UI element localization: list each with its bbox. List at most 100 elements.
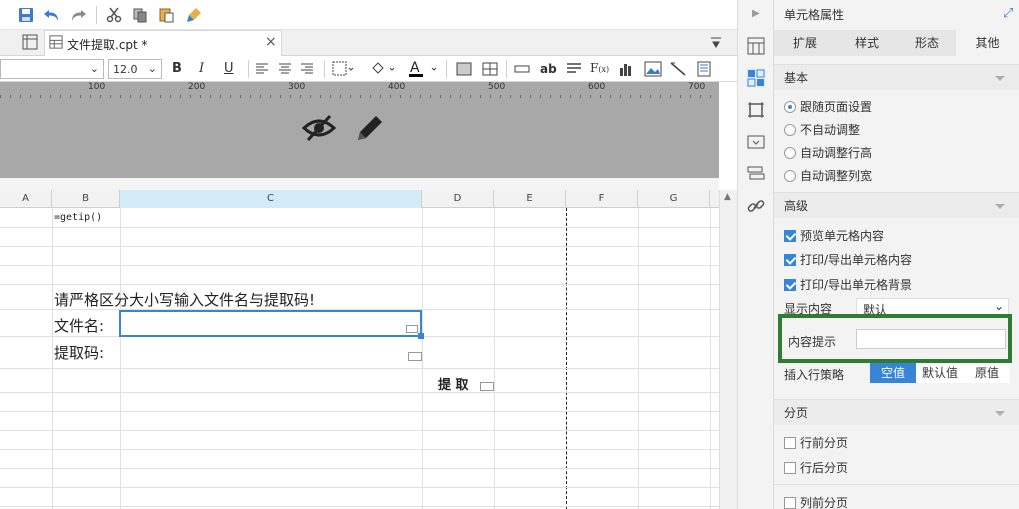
file-tab[interactable]: 文件提取.cpt * × bbox=[44, 30, 282, 56]
condition-icon[interactable] bbox=[746, 164, 766, 184]
insert-null-option[interactable]: 空值 bbox=[870, 363, 916, 383]
check-print-background[interactable]: 打印/导出单元格背景 bbox=[784, 276, 912, 293]
paragraph-icon[interactable] bbox=[566, 62, 582, 79]
option-label: 自动调整行高 bbox=[800, 146, 873, 160]
checkbox-icon bbox=[784, 436, 796, 449]
bold-icon[interactable]: B bbox=[172, 61, 182, 76]
align-center-icon[interactable] bbox=[278, 62, 292, 79]
tooltip-label: 内容提示 bbox=[788, 335, 837, 349]
option-adjust-row-height[interactable]: 自动调整行高 bbox=[784, 144, 872, 161]
formula-icon[interactable]: F(x) bbox=[590, 61, 609, 75]
hidden-eye-icon[interactable] bbox=[301, 112, 337, 147]
cell-attribute-icon[interactable] bbox=[746, 68, 766, 88]
column-header-c[interactable]: C bbox=[120, 190, 422, 208]
widget-icon[interactable] bbox=[746, 132, 766, 152]
column-header-f[interactable]: F bbox=[566, 190, 638, 208]
sheet-top-strip bbox=[0, 178, 719, 190]
spreadsheet-grid[interactable]: =getip() 请严格区分大小写输入文件名与提取码! 文件名: 提取码: 提 … bbox=[0, 208, 719, 509]
option-adjust-col-width[interactable]: 自动调整列宽 bbox=[784, 167, 872, 184]
check-page-after-row[interactable]: 行后分页 bbox=[784, 459, 848, 476]
panel-tabs: 扩展 样式 形态 其他 bbox=[774, 30, 1019, 56]
italic-icon[interactable]: I bbox=[199, 61, 204, 76]
format-painter-icon[interactable] bbox=[184, 5, 204, 25]
section-advanced[interactable]: 高级 bbox=[774, 192, 1019, 218]
option-label: 行后分页 bbox=[800, 461, 849, 475]
option-no-adjust[interactable]: 不自动调整 bbox=[784, 121, 860, 138]
undo-icon[interactable] bbox=[42, 5, 62, 25]
extract-button[interactable]: 提 取 bbox=[438, 374, 469, 393]
filename-input[interactable] bbox=[119, 310, 424, 339]
column-header-e[interactable]: E bbox=[494, 190, 566, 208]
paste-icon[interactable] bbox=[156, 5, 176, 25]
option-follow-page[interactable]: 跟随页面设置 bbox=[784, 98, 872, 115]
column-header-b[interactable]: B bbox=[52, 190, 120, 208]
text-style-icon[interactable]: ab bbox=[540, 62, 557, 76]
document-tab-bar: 文件提取.cpt * × bbox=[0, 30, 737, 56]
sub-report-icon[interactable] bbox=[696, 61, 712, 80]
chevron-down-icon: ⌄ bbox=[89, 62, 99, 75]
check-preview-content[interactable]: 预览单元格内容 bbox=[784, 227, 884, 244]
tab-form[interactable]: 形态 bbox=[898, 30, 956, 56]
page-break-line bbox=[566, 208, 567, 509]
redo-icon[interactable] bbox=[68, 5, 88, 25]
close-tab-icon[interactable]: × bbox=[265, 34, 277, 50]
insert-row-label: 插入行策略 bbox=[784, 368, 845, 382]
check-page-before-col[interactable]: 列前分页 bbox=[784, 494, 848, 509]
align-left-icon[interactable] bbox=[255, 62, 269, 79]
chevron-down-icon: ⌄ bbox=[993, 299, 1004, 313]
code-input[interactable] bbox=[120, 337, 422, 368]
expand-icon[interactable]: ⤢ bbox=[1003, 6, 1013, 21]
font-color-icon[interactable]: A bbox=[408, 59, 438, 82]
column-header: A B C D E F G bbox=[0, 190, 719, 208]
checkbox-icon bbox=[784, 461, 796, 474]
fill-color-icon[interactable] bbox=[370, 61, 396, 80]
property-side-bar: ▶ bbox=[737, 0, 774, 509]
vertical-scrollbar[interactable]: ▲ bbox=[719, 190, 737, 509]
image-icon[interactable] bbox=[644, 61, 662, 80]
ruler-label: 500 bbox=[488, 82, 506, 92]
tooltip-input[interactable] bbox=[856, 329, 1006, 349]
insert-default-option[interactable]: 默认值 bbox=[916, 363, 964, 383]
section-advanced-heading: 高级 bbox=[784, 199, 809, 213]
caret-down-icon bbox=[995, 76, 1005, 81]
radio-icon bbox=[784, 146, 796, 159]
scroll-up-icon[interactable]: ▲ bbox=[724, 192, 731, 202]
tab-style[interactable]: 样式 bbox=[836, 30, 898, 56]
underline-icon[interactable]: U bbox=[224, 61, 234, 76]
option-label: 行前分页 bbox=[800, 436, 849, 450]
split-cells-icon[interactable] bbox=[482, 62, 498, 79]
chevron-down-icon: ⌄ bbox=[147, 62, 157, 75]
font-size-select[interactable]: 12.0 ⌄ bbox=[108, 59, 162, 79]
align-right-icon[interactable] bbox=[300, 62, 314, 79]
section-basic[interactable]: 基本 bbox=[774, 64, 1019, 90]
collapse-arrow-icon[interactable]: ▶ bbox=[752, 8, 760, 19]
section-pagination[interactable]: 分页 bbox=[774, 399, 1019, 425]
font-family-select[interactable]: ⌄ bbox=[0, 59, 104, 79]
text-field-icon[interactable] bbox=[514, 62, 530, 79]
merge-cells-icon[interactable] bbox=[456, 62, 472, 79]
tab-other[interactable]: 其他 bbox=[956, 30, 1019, 56]
check-page-before-row[interactable]: 行前分页 bbox=[784, 434, 848, 451]
edit-pencil-icon[interactable] bbox=[354, 112, 386, 147]
cell-style-icon[interactable] bbox=[746, 100, 766, 120]
tab-menu-icon[interactable] bbox=[710, 37, 722, 52]
option-label: 不自动调整 bbox=[800, 123, 861, 137]
chart-icon[interactable] bbox=[618, 61, 634, 80]
cut-icon[interactable] bbox=[104, 5, 124, 25]
column-header-a[interactable]: A bbox=[0, 190, 52, 208]
column-header-g[interactable]: G bbox=[638, 190, 710, 208]
border-icon[interactable] bbox=[332, 61, 354, 80]
grid-view-icon[interactable] bbox=[22, 34, 38, 53]
tab-expand[interactable]: 扩展 bbox=[774, 30, 836, 56]
hyperlink-icon[interactable] bbox=[746, 196, 766, 216]
option-label: 跟随页面设置 bbox=[800, 100, 873, 114]
check-print-content[interactable]: 打印/导出单元格内容 bbox=[784, 251, 912, 268]
column-header-d[interactable]: D bbox=[422, 190, 494, 208]
cell-element-icon[interactable] bbox=[746, 36, 766, 56]
copy-icon[interactable] bbox=[130, 5, 150, 25]
radio-icon bbox=[784, 100, 796, 113]
slash-icon[interactable] bbox=[670, 61, 686, 80]
formula-cell[interactable]: =getip() bbox=[54, 212, 102, 223]
insert-original-option[interactable]: 原值 bbox=[964, 363, 1010, 383]
save-icon[interactable] bbox=[16, 5, 36, 25]
